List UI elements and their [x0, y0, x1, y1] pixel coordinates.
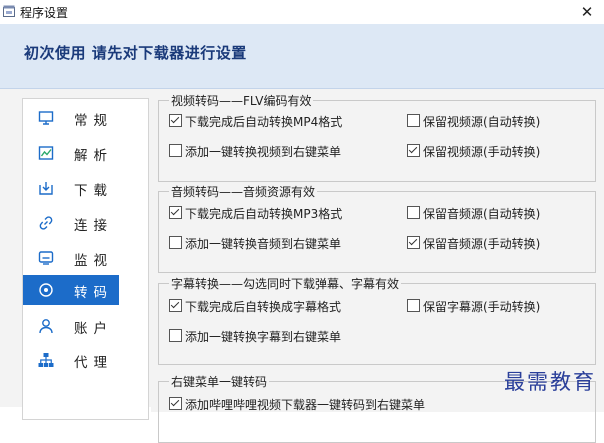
setup-header: 初次使用 请先对下载器进行设置 [0, 24, 604, 89]
sidebar-item-connect[interactable]: 连接 [23, 208, 119, 238]
sidebar-item-label: 下载 [74, 183, 113, 199]
subtitle-convert-legend: 字幕转换——勾选同时下载弹幕、字幕有效 [169, 275, 402, 292]
checkbox-icon [407, 299, 420, 312]
window-title: 程序设置 [20, 6, 69, 20]
checkbox-icon [407, 144, 420, 157]
sidebar-item-parse[interactable]: 解析 [23, 138, 119, 168]
screen-icon [38, 251, 54, 265]
sidebar-item-label: 账户 [74, 321, 113, 337]
bilibili-context-menu-checkbox[interactable]: 添加哔哩哔哩视频下载器一键转码到右键菜单 [169, 396, 425, 412]
settings-sidebar: 常规 解析 下载 连接 监视 转码 账户 代理 [22, 98, 149, 420]
sidebar-item-proxy[interactable]: 代理 [23, 345, 119, 375]
context-menu-legend: 右键菜单一键转码 [169, 373, 270, 390]
sidebar-item-label: 转码 [74, 285, 113, 301]
subtitle-keep-source-checkbox[interactable]: 保留字幕源(手动转换) [407, 298, 540, 314]
video-keep-source-manual-checkbox[interactable]: 保留视频源(手动转换) [407, 143, 540, 159]
header-text: 初次使用 请先对下载器进行设置 [24, 44, 247, 62]
video-keep-source-auto-checkbox[interactable]: 保留视频源(自动转换) [407, 113, 540, 129]
subtitle-auto-convert-checkbox[interactable]: 下载完成后自转换成字幕格式 [169, 298, 341, 314]
title-bar: 程序设置 ✕ [0, 0, 604, 24]
checkbox-icon [407, 114, 420, 127]
audio-transcode-legend: 音频转码——音频资源有效 [169, 183, 318, 200]
sidebar-item-label: 常规 [74, 113, 113, 129]
link-icon [39, 216, 53, 230]
watermark-text: 最需教育 [504, 370, 596, 394]
sidebar-item-general[interactable]: 常规 [23, 103, 119, 133]
video-context-menu-checkbox[interactable]: 添加一键转换视频到右键菜单 [169, 143, 341, 159]
sidebar-item-download[interactable]: 下载 [23, 173, 119, 203]
sidebar-item-label: 解析 [74, 148, 113, 164]
checkbox-icon [169, 206, 182, 219]
subtitle-context-menu-checkbox[interactable]: 添加一键转换字幕到右键菜单 [169, 328, 341, 344]
sidebar-item-account[interactable]: 账户 [23, 311, 119, 341]
checkbox-icon [169, 397, 182, 410]
sidebar-item-transcode[interactable]: 转码 [23, 275, 119, 305]
checkbox-icon [407, 206, 420, 219]
checkbox-icon [169, 236, 182, 249]
checkbox-icon [169, 144, 182, 157]
sidebar-item-label: 监视 [74, 253, 113, 269]
sidebar-item-monitor[interactable]: 监视 [23, 243, 119, 273]
network-icon [38, 353, 54, 367]
user-icon [39, 319, 53, 334]
subtitle-convert-group [158, 283, 596, 365]
convert-icon [39, 283, 53, 297]
close-button[interactable]: ✕ [570, 0, 604, 24]
sidebar-item-label: 代理 [74, 355, 113, 371]
audio-context-menu-checkbox[interactable]: 添加一键转换音频到右键菜单 [169, 235, 341, 251]
checkbox-icon [169, 299, 182, 312]
monitor-icon [38, 111, 54, 125]
audio-transcode-group [158, 191, 596, 273]
audio-keep-source-auto-checkbox[interactable]: 保留音频源(自动转换) [407, 205, 540, 221]
checkbox-icon [407, 236, 420, 249]
download-icon [39, 182, 53, 195]
checkbox-icon [169, 329, 182, 342]
video-auto-mp4-checkbox[interactable]: 下载完成后自动转换MP4格式 [169, 113, 342, 129]
chart-icon [38, 146, 54, 160]
transcode-panel: 视频转码——FLV编码有效 下载完成后自动转换MP4格式 保留视频源(自动转换)… [151, 92, 604, 443]
sidebar-item-label: 连接 [74, 218, 113, 234]
checkbox-icon [169, 114, 182, 127]
close-icon: ✕ [580, 3, 594, 21]
app-icon [3, 5, 15, 17]
video-transcode-legend: 视频转码——FLV编码有效 [169, 92, 314, 109]
settings-content: 常规 解析 下载 连接 监视 转码 账户 代理 视频转码——FLV编码有效 下载… [0, 89, 604, 443]
audio-keep-source-manual-checkbox[interactable]: 保留音频源(手动转换) [407, 235, 540, 251]
audio-auto-mp3-checkbox[interactable]: 下载完成后自动转换MP3格式 [169, 205, 342, 221]
